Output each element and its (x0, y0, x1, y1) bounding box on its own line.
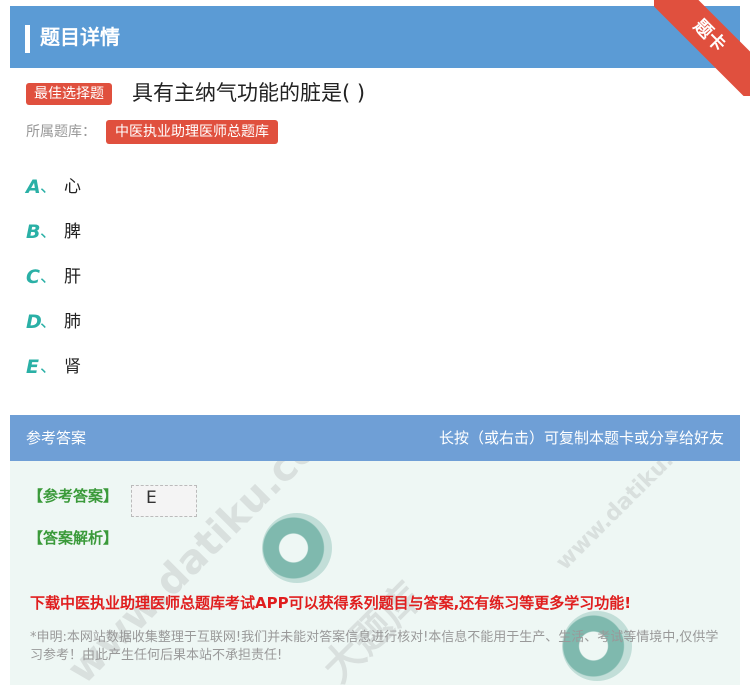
answer-section-title: 参考答案 (26, 429, 87, 447)
watermark-text: www.datiku.com (551, 461, 715, 576)
option-e[interactable]: E 、 肾 (26, 352, 226, 382)
bank-link[interactable]: 中医执业助理医师总题库 (106, 120, 278, 144)
option-b[interactable]: B 、 脾 (26, 217, 226, 247)
option-separator: 、 (40, 267, 57, 287)
option-text: 肾 (64, 357, 81, 377)
option-letter: E (26, 356, 39, 378)
disclaimer-text: *申明:本网站数据收集整理于互联网!我们并未能对答案信息进行核对!本信息不能用于… (30, 630, 719, 663)
answer-label: 【参考答案】 (28, 487, 119, 505)
option-text: 心 (64, 177, 81, 197)
question-line: 最佳选择题 具有主纳气功能的脏是( ) (26, 78, 726, 108)
page-title: 题目详情 (40, 25, 120, 49)
header-accent-bar (25, 25, 30, 53)
option-d[interactable]: D 、 肺 (26, 307, 226, 337)
app-download-link[interactable]: 下载中医执业助理医师总题库考试APP可以获得系列题目与答案,还有练习等更多学习功… (30, 592, 631, 614)
question-text: 具有主纳气功能的脏是( ) (132, 81, 366, 105)
bank-label: 所属题库： (26, 124, 96, 140)
share-hint: 长按（或右击）可复制本题卡或分享给好友 (438, 429, 724, 447)
answer-section-body: www.datiku.com 大题库 www.datiku.com 【参考答案】… (10, 461, 740, 685)
answer-image: E (131, 485, 197, 517)
option-letter: C (26, 266, 40, 288)
analysis-label: 【答案解析】 (28, 529, 119, 547)
option-separator: 、 (40, 222, 57, 242)
option-separator: 、 (40, 357, 57, 377)
option-text: 脾 (64, 222, 81, 242)
option-separator: 、 (40, 177, 57, 197)
option-letter: A (26, 176, 41, 198)
option-text: 肺 (64, 312, 81, 332)
question-type-badge: 最佳选择题 (26, 83, 112, 105)
option-a[interactable]: A 、 心 (26, 172, 226, 202)
option-separator: 、 (40, 312, 57, 332)
answer-value: E (146, 488, 157, 508)
option-c[interactable]: C 、 肝 (26, 262, 226, 292)
detail-header: 题目详情 (10, 6, 740, 68)
option-letter: B (26, 221, 41, 243)
watermark-text: 大题库 (314, 574, 432, 685)
answer-section-header: 参考答案 长按（或右击）可复制本题卡或分享给好友 (10, 415, 740, 461)
watermark-logo-icon (262, 513, 332, 583)
option-text: 肝 (64, 267, 81, 287)
